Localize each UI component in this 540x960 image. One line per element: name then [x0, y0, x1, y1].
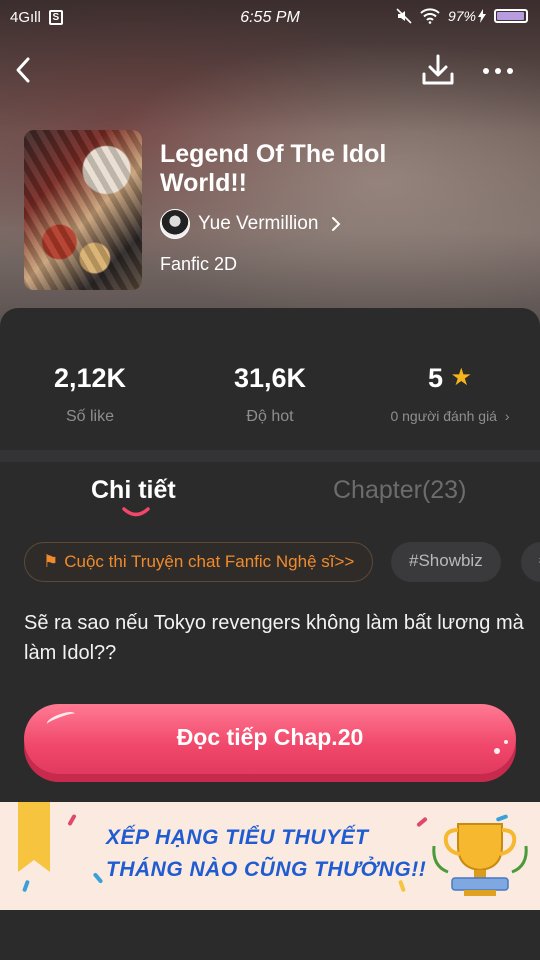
story-description: Sẽ ra sao nếu Tokyo revengers không làm …: [24, 612, 524, 664]
tab-details[interactable]: Chi tiết: [91, 476, 176, 505]
confetti: [92, 872, 104, 884]
section-divider: [0, 450, 540, 462]
hot-value: 31,6K: [233, 363, 307, 393]
trophy-icon: [432, 823, 528, 896]
confetti: [416, 816, 428, 828]
tag-showbiz[interactable]: #Showbiz: [391, 542, 501, 582]
story-cover-image[interactable]: [24, 130, 142, 290]
tab-bar: Chi tiết Chapter(23): [0, 476, 540, 526]
contest-tag[interactable]: ⚑ Cuộc thi Truyện chat Fanfic Nghệ sĩ>>: [24, 542, 374, 582]
confetti: [22, 879, 30, 893]
rating-stat[interactable]: 5 ★ 0 người đánh giá ›: [360, 360, 540, 424]
battery-percent: 97%: [447, 8, 476, 24]
status-right: 97%: [396, 8, 528, 24]
continue-reading-label: Đọc tiếp Chap.20: [176, 724, 364, 750]
mute-icon: [396, 8, 412, 24]
status-bar: 4G ıll S 6:55 PM 97%: [0, 0, 540, 36]
author-avatar: [160, 209, 190, 239]
rating-value: 5: [427, 363, 443, 393]
more-options-button[interactable]: [478, 52, 518, 88]
rating-row: 5 ★: [360, 360, 540, 396]
star-icon: ★: [450, 364, 473, 391]
bottom-area: [0, 910, 540, 960]
more-horizontal-icon: [483, 68, 513, 74]
hot-label: Độ hot: [246, 408, 294, 425]
banner-line-1: XẾP HẠNG TIỂU THUYẾT: [106, 826, 369, 849]
battery-icon: [494, 9, 528, 23]
stats-row: 2,12K Số like 31,6K Độ hot 5 ★ 0 người đ…: [0, 360, 540, 430]
rating-label-row: 0 người đánh giá ›: [360, 408, 540, 424]
back-button[interactable]: [10, 52, 46, 88]
hot-stat: 31,6K Độ hot: [180, 360, 360, 426]
contest-tag-label: Cuộc thi Truyện chat Fanfic Nghệ sĩ>>: [64, 552, 355, 571]
ranking-banner[interactable]: XẾP HẠNG TIỂU THUYẾT THÁNG NÀO CŨNG THƯỞ…: [0, 802, 540, 910]
author-name: Yue Vermillion: [198, 213, 319, 234]
download-button[interactable]: [418, 52, 458, 88]
charging-icon: [478, 9, 486, 23]
tag-list: ⚑ Cuộc thi Truyện chat Fanfic Nghệ sĩ>> #…: [24, 542, 540, 584]
tag-more[interactable]: #: [521, 542, 540, 582]
ribbon-bookmark: [18, 802, 50, 872]
story-genre: Fanfic 2D: [160, 254, 238, 274]
rating-count-label: 0 người đánh giá: [390, 408, 497, 424]
flag-icon: ⚑: [43, 552, 59, 571]
confetti: [67, 813, 77, 827]
download-icon: [422, 54, 454, 85]
chevron-right-icon: [332, 217, 341, 231]
active-tab-indicator: [122, 507, 150, 517]
likes-stat: 2,12K Số like: [0, 360, 180, 426]
chevron-right-icon: ›: [504, 408, 510, 424]
wifi-icon: [420, 8, 440, 24]
banner-line-2: THÁNG NÀO CŨNG THƯỞNG!!: [106, 858, 427, 881]
continue-reading-button[interactable]: Đọc tiếp Chap.20: [24, 704, 516, 774]
button-sparkle: [494, 748, 500, 754]
story-title: Legend Of The Idol World!!: [160, 140, 387, 197]
author-link[interactable]: Yue Vermillion: [160, 208, 342, 240]
tab-chapters[interactable]: Chapter(23): [333, 476, 466, 505]
chevron-left-icon: [16, 57, 30, 83]
likes-label: Số like: [65, 408, 115, 425]
likes-value: 2,12K: [53, 363, 127, 393]
button-gloss: [45, 709, 77, 729]
button-sparkle: [504, 740, 508, 744]
